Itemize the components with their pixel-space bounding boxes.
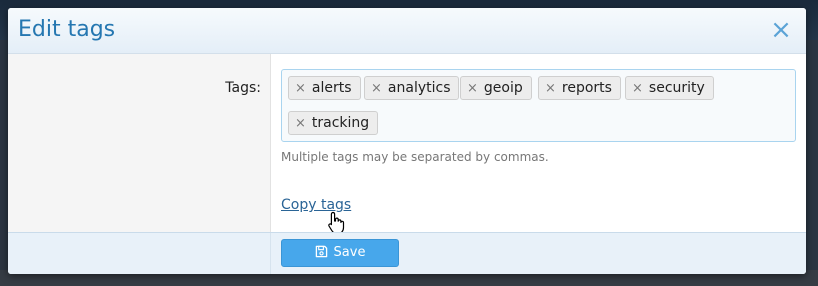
tags-hint: Multiple tags may be separated by commas…	[281, 150, 549, 164]
floppy-disk-icon	[315, 245, 327, 258]
save-button[interactable]: Save	[281, 239, 399, 267]
tag-chip: × tracking	[288, 111, 379, 135]
tags-label: Tags:	[225, 80, 261, 96]
tag-label: alerts	[311, 80, 352, 96]
dialog-title: Edit tags	[18, 17, 116, 42]
footer-spacer	[8, 233, 271, 274]
tag-label: analytics	[387, 80, 451, 96]
tag-chip: × reports	[538, 76, 621, 100]
tag-chip: × alerts	[288, 76, 361, 100]
tag-label: security	[648, 80, 705, 96]
remove-tag-icon[interactable]: ×	[632, 81, 643, 96]
tag-chip: × security	[625, 76, 714, 100]
dialog-footer: Save	[8, 232, 806, 274]
edit-tags-dialog: Edit tags × Tags: × alerts × analytics × ge…	[8, 8, 806, 274]
remove-tag-icon[interactable]: ×	[467, 81, 478, 96]
tag-label: tracking	[311, 115, 370, 131]
remove-tag-icon[interactable]: ×	[295, 116, 306, 131]
tag-label: geoip	[483, 80, 523, 96]
tags-input[interactable]: × alerts × analytics × geoip × reports × secu…	[281, 69, 796, 142]
remove-tag-icon[interactable]: ×	[371, 81, 382, 96]
save-button-label: Save	[333, 245, 366, 260]
label-column: Tags:	[8, 54, 271, 232]
dialog-header: Edit tags ×	[8, 8, 806, 54]
tag-label: reports	[561, 80, 612, 96]
tag-chip: × geoip	[460, 76, 532, 100]
remove-tag-icon[interactable]: ×	[545, 81, 556, 96]
close-icon[interactable]: ×	[768, 16, 794, 44]
dialog-body: Tags: × alerts × analytics × geoip × reports…	[8, 54, 806, 235]
remove-tag-icon[interactable]: ×	[295, 81, 306, 96]
tag-chip: × analytics	[364, 76, 460, 100]
